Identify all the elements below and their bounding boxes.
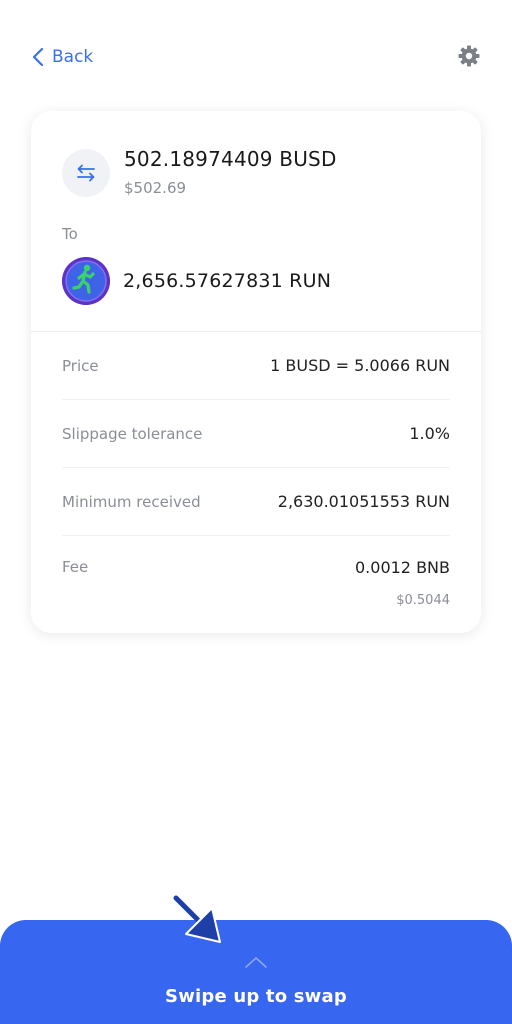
back-button[interactable]: Back [32,44,93,70]
chevron-up-icon [245,957,267,968]
slippage-value: 1.0% [409,424,450,443]
minimum-received-value: 2,630.01051553 RUN [277,492,450,511]
from-amount-block: 502.18974409 BUSD $502.69 [124,147,337,197]
slippage-label: Slippage tolerance [62,424,203,443]
swap-confirm-screen: Back 502.18974409 BUSD $502.69 To 2,656.… [0,0,512,1024]
run-token-logo [62,257,110,305]
price-value: 1 BUSD = 5.0066 RUN [270,356,450,375]
from-token-row: 502.18974409 BUSD $502.69 [62,147,337,197]
fee-label: Fee [62,558,89,576]
fee-usd-value: $0.5044 [396,593,450,608]
chevron-left-icon [32,47,44,67]
back-label: Back [52,47,94,67]
minimum-received-label: Minimum received [62,492,201,511]
from-usd-value: $502.69 [124,179,187,197]
gear-icon [458,45,480,67]
detail-row-slippage: Slippage tolerance 1.0% [62,400,450,468]
settings-button[interactable] [457,44,481,68]
from-amount: 502.18974409 BUSD [124,147,337,171]
price-label: Price [62,356,99,375]
pointer-arrow-icon [173,895,221,943]
detail-row-fee: Fee 0.0012 BNB $0.5044 [62,536,450,626]
fee-value-block: 0.0012 BNB $0.5044 [355,558,450,608]
detail-row-price: Price 1 BUSD = 5.0066 RUN [62,332,450,400]
swap-arrows-icon [62,149,110,197]
to-amount: 2,656.57627831 RUN [123,270,332,292]
fee-value: 0.0012 BNB [355,558,450,577]
detail-row-minimum-received: Minimum received 2,630.01051553 RUN [62,468,450,536]
swipe-to-swap-panel[interactable]: Swipe up to swap [0,920,512,1024]
swap-summary-card: 502.18974409 BUSD $502.69 To 2,656.57627… [31,111,481,633]
to-label: To [62,225,78,243]
to-token-row: 2,656.57627831 RUN [62,257,331,305]
swipe-label: Swipe up to swap [165,986,347,1007]
